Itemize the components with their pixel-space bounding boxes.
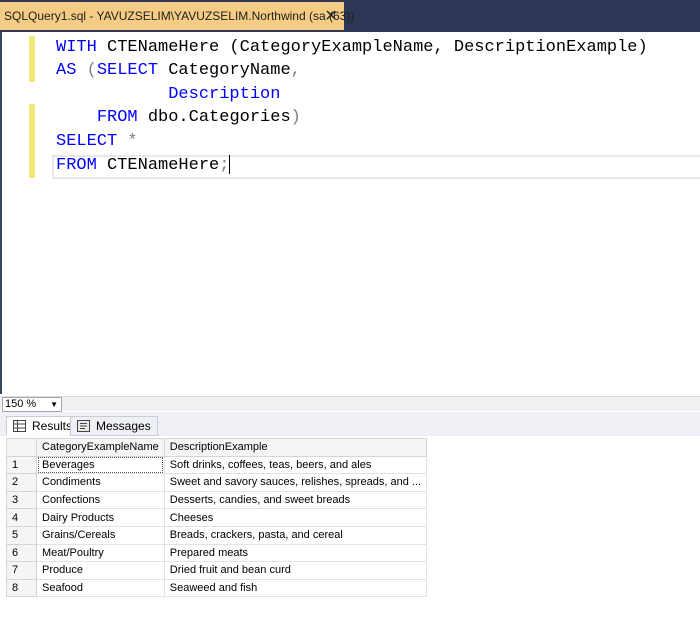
code-token: CategoryName: [168, 61, 291, 80]
description-cell[interactable]: Dried fruit and bean curd: [163, 561, 428, 580]
description-cell[interactable]: Seaweed and fish: [163, 578, 428, 598]
table-row[interactable]: 3 Confections Desserts, candies, and sweet…: [6, 490, 428, 510]
results-tab-bar: Results Messages: [0, 412, 700, 436]
code-token: Description: [168, 85, 281, 104]
code-token: dbo.Categories: [147, 108, 291, 127]
document-tab-title: SQLQuery1.sql - YAVUZSELIM\YAVUZSELIM.No…: [4, 9, 355, 23]
close-icon[interactable]: [322, 6, 340, 24]
row-number-cell[interactable]: 3: [6, 490, 37, 510]
code-line[interactable]: AS (SELECT CategoryName,: [56, 59, 301, 82]
category-cell[interactable]: Beverages: [36, 455, 165, 475]
code-token: FROM: [56, 156, 108, 175]
results-grid[interactable]: CategoryExampleName DescriptionExample 1…: [6, 438, 428, 598]
code-line[interactable]: FROM CTENameHere;: [56, 154, 231, 177]
row-number-cell[interactable]: 4: [6, 508, 37, 527]
category-cell[interactable]: Grains/Cereals: [36, 525, 165, 545]
tab-results[interactable]: Results: [6, 416, 80, 436]
tab-messages[interactable]: Messages: [70, 416, 158, 436]
code-line[interactable]: FROM dbo.Categories): [56, 106, 301, 129]
document-tab[interactable]: SQLQuery1.sql - YAVUZSELIM\YAVUZSELIM.No…: [0, 2, 354, 30]
row-number-cell[interactable]: 7: [6, 561, 37, 580]
table-row[interactable]: 6 Meat/Poultry Prepared meats: [6, 543, 428, 563]
messages-icon: [77, 420, 90, 432]
description-cell[interactable]: Sweet and savory sauces, relishes, sprea…: [163, 473, 428, 492]
code-token: SELECT: [56, 132, 128, 151]
table-row[interactable]: 4 Dairy Products Cheeses: [6, 508, 428, 527]
grid-header-row: CategoryExampleName DescriptionExample: [6, 438, 428, 457]
tab-results-label: Results: [32, 419, 73, 433]
chevron-down-icon: ▼: [50, 400, 58, 409]
category-cell[interactable]: Condiments: [36, 473, 165, 492]
description-cell[interactable]: Breads, crackers, pasta, and cereal: [163, 525, 428, 545]
category-cell[interactable]: Dairy Products: [36, 508, 165, 527]
results-grid-area: CategoryExampleName DescriptionExample 1…: [0, 436, 700, 638]
change-marker: [29, 104, 35, 178]
code-token: (: [86, 61, 97, 80]
table-row[interactable]: 5 Grains/Cereals Breads, crackers, pasta, …: [6, 525, 428, 545]
code-token: *: [127, 132, 138, 151]
tab-messages-label: Messages: [96, 419, 151, 433]
code-token: CTENameHere (CategoryExampleName, Descri…: [107, 38, 648, 57]
row-number-cell[interactable]: 2: [6, 473, 37, 492]
table-row[interactable]: 2 Condiments Sweet and savory sauces, reli…: [6, 473, 428, 492]
document-tab-strip: SQLQuery1.sql - YAVUZSELIM\YAVUZSELIM.No…: [0, 0, 700, 32]
row-number-cell[interactable]: 6: [6, 543, 37, 563]
row-number-header[interactable]: [6, 438, 37, 457]
description-cell[interactable]: Desserts, candies, and sweet breads: [163, 490, 428, 510]
code-token: FROM: [96, 108, 148, 127]
category-cell[interactable]: Meat/Poultry: [36, 543, 165, 563]
editor-status-bar: 150 % ▼: [0, 396, 700, 412]
query-editor[interactable]: WITH CTENameHere (CategoryExampleName, D…: [0, 32, 700, 394]
description-cell[interactable]: Prepared meats: [163, 543, 428, 563]
category-cell[interactable]: Seafood: [36, 578, 165, 598]
text-caret: [229, 155, 231, 175]
table-row[interactable]: 1 Beverages Soft drinks, coffees, teas, be…: [6, 455, 428, 475]
zoom-value: 150 %: [5, 398, 37, 410]
horizontal-scrollbar[interactable]: [66, 398, 700, 410]
code-token: SELECT: [96, 61, 169, 80]
code-line[interactable]: SELECT *: [56, 130, 138, 153]
code-token: ;: [219, 156, 230, 175]
row-number-cell[interactable]: 5: [6, 525, 37, 545]
editor-margin: [0, 32, 2, 394]
description-cell[interactable]: Soft drinks, coffees, teas, beers, and a…: [163, 455, 428, 475]
row-number-cell[interactable]: 1: [6, 455, 37, 475]
column-header-category[interactable]: CategoryExampleName: [36, 438, 165, 457]
column-header-description[interactable]: DescriptionExample: [163, 438, 428, 457]
category-cell[interactable]: Produce: [36, 561, 165, 580]
code-token: AS: [56, 61, 87, 80]
zoom-select[interactable]: 150 % ▼: [2, 397, 62, 412]
code-token: CTENameHere: [107, 156, 220, 175]
table-row[interactable]: 8 Seafood Seaweed and fish: [6, 578, 428, 598]
grid-icon: [13, 420, 26, 432]
row-number-cell[interactable]: 8: [6, 578, 37, 598]
code-line[interactable]: Description: [56, 83, 280, 106]
table-row[interactable]: 7 Produce Dried fruit and bean curd: [6, 561, 428, 580]
code-token: ): [290, 108, 301, 127]
code-token: ,: [290, 61, 301, 80]
description-cell[interactable]: Cheeses: [163, 508, 428, 527]
code-token: WITH: [56, 38, 108, 57]
category-cell[interactable]: Confections: [36, 490, 165, 510]
code-line[interactable]: WITH CTENameHere (CategoryExampleName, D…: [56, 36, 648, 59]
change-marker: [29, 36, 35, 82]
